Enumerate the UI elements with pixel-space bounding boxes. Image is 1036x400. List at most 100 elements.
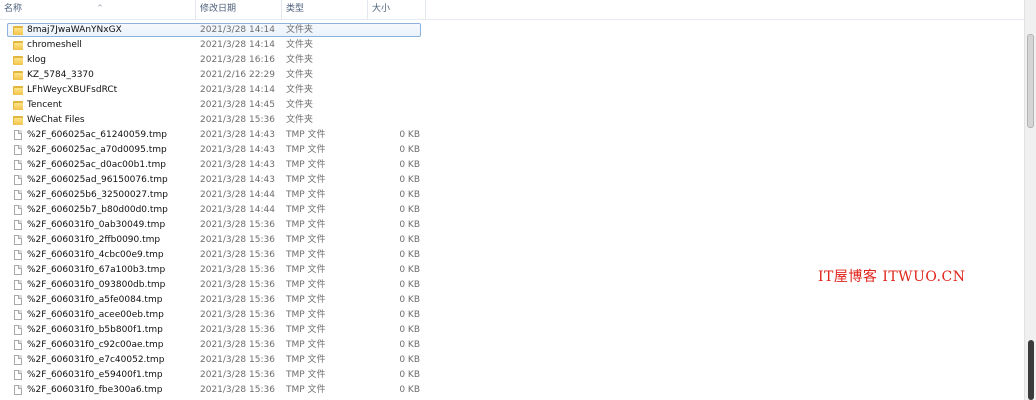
row-size: 0 KB (399, 130, 420, 140)
row-type: 文件夹 (286, 85, 314, 95)
scrollbar-thumb[interactable] (1027, 34, 1034, 128)
column-header-type[interactable]: 类型 (282, 0, 368, 19)
row-type: TMP 文件 (286, 205, 326, 215)
column-header-date[interactable]: 修改日期 (196, 0, 282, 19)
row-name: %2F_606031f0_a5fe0084.tmp (27, 295, 163, 305)
folder-row[interactable]: chromeshell 2021/3/28 14:14 文件夹 (0, 38, 1024, 53)
file-row[interactable]: %2F_606025ad_96150076.tmp 2021/3/28 14:43… (0, 173, 1024, 188)
file-row[interactable]: %2F_606031f0_fbe300a6.tmp 2021/3/28 15:36… (0, 383, 1024, 398)
row-date: 2021/3/28 15:36 (200, 340, 275, 350)
folder-row[interactable]: LFhWeycXBUFsdRCt 2021/3/28 14:14 文件夹 (0, 83, 1024, 98)
folder-row[interactable]: 8maj7JwaWAnYNxGX 2021/3/28 14:14 文件夹 (0, 23, 1024, 38)
scrollbar-thumb-dark[interactable] (1028, 340, 1034, 400)
row-name: %2F_606031f0_e59400f1.tmp (27, 370, 163, 380)
file-icon (13, 190, 23, 201)
row-size: 0 KB (399, 370, 420, 380)
column-header-size[interactable]: 大小 (368, 0, 426, 19)
row-name: %2F_606031f0_b5b800f1.tmp (27, 325, 163, 335)
row-date: 2021/3/28 16:16 (200, 55, 275, 65)
row-type: TMP 文件 (286, 190, 326, 200)
file-row[interactable]: %2F_606031f0_c92c00ae.tmp 2021/3/28 15:36… (0, 338, 1024, 353)
file-icon (13, 340, 23, 351)
row-date: 2021/3/28 14:14 (200, 85, 275, 95)
row-size: 0 KB (399, 205, 420, 215)
row-name: %2F_606031f0_acee00eb.tmp (27, 310, 164, 320)
row-size: 0 KB (399, 175, 420, 185)
row-name: %2F_606031f0_fbe300a6.tmp (27, 385, 163, 395)
row-date: 2021/3/28 15:36 (200, 385, 275, 395)
row-type: TMP 文件 (286, 250, 326, 260)
file-row[interactable]: %2F_606031f0_e7c40052.tmp 2021/3/28 15:36… (0, 353, 1024, 368)
row-name: 8maj7JwaWAnYNxGX (27, 25, 122, 35)
row-date: 2021/3/28 14:43 (200, 130, 275, 140)
row-name: %2F_606031f0_0ab30049.tmp (27, 220, 166, 230)
file-icon (13, 370, 23, 381)
file-row[interactable]: %2F_606025ac_61240059.tmp 2021/3/28 14:43… (0, 128, 1024, 143)
row-name: %2F_606031f0_c92c00ae.tmp (27, 340, 164, 350)
row-type: TMP 文件 (286, 280, 326, 290)
file-row[interactable]: %2F_606031f0_e59400f1.tmp 2021/3/28 15:36… (0, 368, 1024, 383)
file-row[interactable]: %2F_606031f0_a5fe0084.tmp 2021/3/28 15:36… (0, 293, 1024, 308)
row-size: 0 KB (399, 325, 420, 335)
row-date: 2021/3/28 15:36 (200, 295, 275, 305)
row-size: 0 KB (399, 295, 420, 305)
row-type: 文件夹 (286, 70, 314, 80)
file-row[interactable]: %2F_606031f0_4cbc00e9.tmp 2021/3/28 15:36… (0, 248, 1024, 263)
file-row[interactable]: %2F_606031f0_0ab30049.tmp 2021/3/28 15:36… (0, 218, 1024, 233)
row-type: 文件夹 (286, 55, 314, 65)
row-date: 2021/3/28 15:36 (200, 370, 275, 380)
row-type: TMP 文件 (286, 310, 326, 320)
row-name: %2F_606031f0_2ffb0090.tmp (27, 235, 161, 245)
file-row[interactable]: %2F_606025ac_a70d0095.tmp 2021/3/28 14:43… (0, 143, 1024, 158)
column-header-name-label: 名称 (4, 4, 23, 14)
file-row[interactable]: %2F_606025b6_32500027.tmp 2021/3/28 14:44… (0, 188, 1024, 203)
row-type: TMP 文件 (286, 235, 326, 245)
row-date: 2021/2/16 22:29 (200, 70, 275, 80)
folder-icon (13, 115, 23, 126)
folder-row[interactable]: klog 2021/3/28 16:16 文件夹 (0, 53, 1024, 68)
file-row[interactable]: %2F_606031f0_acee00eb.tmp 2021/3/28 15:36… (0, 308, 1024, 323)
row-type: TMP 文件 (286, 160, 326, 170)
folder-row[interactable]: WeChat Files 2021/3/28 15:36 文件夹 (0, 113, 1024, 128)
sort-up-icon: ^ (97, 4, 103, 12)
row-type: 文件夹 (286, 40, 314, 50)
row-date: 2021/3/28 15:36 (200, 250, 275, 260)
column-header-type-label: 类型 (286, 4, 305, 14)
file-icon (13, 145, 23, 156)
row-name: %2F_606025b6_32500027.tmp (27, 190, 168, 200)
row-name: %2F_606025ad_96150076.tmp (27, 175, 168, 185)
column-header-name[interactable]: 名称 ^ (0, 0, 196, 19)
row-date: 2021/3/28 15:36 (200, 220, 275, 230)
file-icon (13, 250, 23, 261)
column-header-size-label: 大小 (372, 4, 391, 14)
file-row[interactable]: %2F_606031f0_b5b800f1.tmp 2021/3/28 15:36… (0, 323, 1024, 338)
file-icon (13, 355, 23, 366)
row-name: %2F_606025ac_61240059.tmp (27, 130, 167, 140)
row-name: %2F_606025ac_a70d0095.tmp (27, 145, 167, 155)
row-type: TMP 文件 (286, 385, 326, 395)
file-icon (13, 385, 23, 396)
folder-icon (13, 100, 23, 111)
row-type: TMP 文件 (286, 265, 326, 275)
file-icon (13, 310, 23, 321)
folder-icon (13, 25, 23, 36)
row-size: 0 KB (399, 145, 420, 155)
file-row[interactable]: %2F_606025ac_d0ac00b1.tmp 2021/3/28 14:43… (0, 158, 1024, 173)
row-date: 2021/3/28 15:36 (200, 265, 275, 275)
file-row[interactable]: %2F_606025b7_b80d00d0.tmp 2021/3/28 14:44… (0, 203, 1024, 218)
row-type: TMP 文件 (286, 145, 326, 155)
folder-row[interactable]: KZ_5784_3370 2021/2/16 22:29 文件夹 (0, 68, 1024, 83)
file-icon (13, 205, 23, 216)
row-date: 2021/3/28 15:36 (200, 235, 275, 245)
row-date: 2021/3/28 14:14 (200, 40, 275, 50)
row-date: 2021/3/28 15:36 (200, 115, 275, 125)
watermark-text: IT屋博客 ITWUO.CN (818, 269, 966, 285)
row-date: 2021/3/28 14:43 (200, 145, 275, 155)
folder-row[interactable]: Tencent 2021/3/28 14:45 文件夹 (0, 98, 1024, 113)
vertical-scrollbar[interactable] (1024, 0, 1036, 400)
file-icon (13, 235, 23, 246)
row-name: Tencent (27, 100, 62, 110)
file-icon (13, 130, 23, 141)
file-row[interactable]: %2F_606031f0_2ffb0090.tmp 2021/3/28 15:36… (0, 233, 1024, 248)
folder-icon (13, 55, 23, 66)
